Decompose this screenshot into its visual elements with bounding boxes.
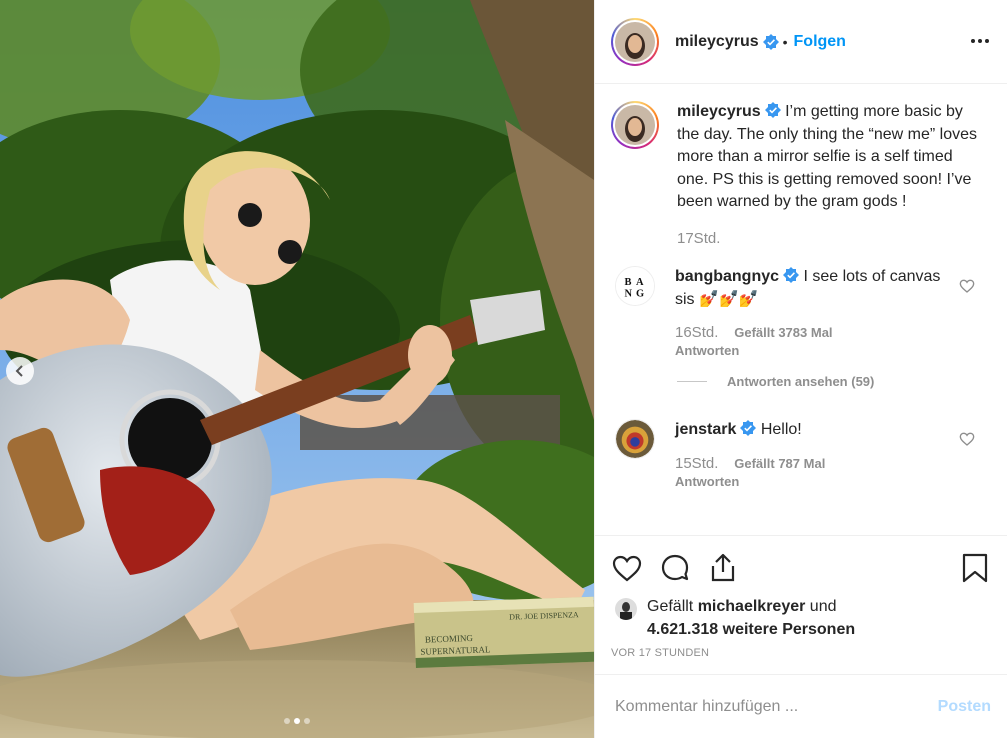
photo-illustration: BECOMING SUPERNATURAL DR. JOE DISPENZA [0,0,594,738]
share-icon[interactable] [707,552,739,584]
liker-avatar[interactable] [615,598,637,620]
post-header: mileycyrus • Folgen [595,0,1007,84]
liked-by-others[interactable]: 4.621.318 weitere Personen [647,621,855,638]
comment-emoji: 💅💅💅 [699,290,759,308]
more-options-icon[interactable] [969,30,991,52]
book-title-1: BECOMING [425,633,474,645]
comment-avatar[interactable] [615,419,655,459]
verified-badge-icon [762,33,779,50]
post-actions: Gefällt michaelkreyer und 4.621.318 weit… [595,535,1007,659]
replies-divider [677,381,707,382]
comment-likes[interactable]: Gefällt 787 Mal [734,456,825,471]
comment-likes[interactable]: Gefällt 3783 Mal [734,325,832,340]
svg-text:G: G [636,288,644,299]
avatar [615,21,655,62]
comment-icon[interactable] [659,552,691,584]
action-bar [611,550,991,586]
follow-button[interactable]: Folgen [794,33,846,51]
carousel-prev-button[interactable] [6,357,34,385]
bookmark-icon[interactable] [959,552,991,584]
comment-composer: Posten [595,674,1007,738]
comment-body: bangbangnyc I see lots of canvas sis 💅💅💅… [675,266,955,360]
comment-reply-button[interactable]: Antworten [675,473,955,491]
post-side-panel: mileycyrus • Folgen mileycyrus I’m getti… [594,0,1007,738]
comment-avatar[interactable]: B A N G [615,266,655,306]
comment-username[interactable]: jenstark [675,421,736,438]
carousel-indicator [0,718,594,724]
heart-icon[interactable] [959,278,975,294]
comment-time: 16Std. [675,324,719,341]
comment-item: B A N G bangbangnyc I see lots of canvas… [611,266,989,360]
svg-text:N: N [625,288,633,299]
likes-text: Gefällt michaelkreyer und 4.621.318 weit… [647,596,855,641]
follow-separator: • [782,33,788,50]
verified-badge-icon [783,267,800,283]
likes-summary: Gefällt michaelkreyer und 4.621.318 weit… [611,596,991,641]
verified-badge-icon [764,102,781,118]
carousel-dot [304,718,310,724]
comment-username[interactable]: bangbangnyc [675,268,779,285]
comment-time: 15Std. [675,454,719,472]
chevron-left-icon [15,365,23,377]
view-replies-button[interactable]: Antworten ansehen (59) [677,374,989,389]
caption-body: mileycyrus I’m getting more basic by the… [677,101,977,250]
likes-conj: und [809,598,837,615]
svg-text:B: B [625,277,632,288]
comment-input[interactable] [615,697,938,716]
comment-meta: 16Std. Gefällt 3783 Mal Antworten [675,323,955,360]
comment-meta: 15Std. Gefällt 787 Mal Antworten [675,454,955,491]
caption-avatar[interactable] [611,101,659,149]
avatar [615,105,655,145]
comment-item: jenstark Hello! 15Std. Gefällt 787 Mal A… [611,419,989,491]
svg-text:A: A [636,277,644,288]
carousel-dot-active [294,718,300,724]
comment-reply-button[interactable]: Antworten [675,342,955,360]
post-comment-button[interactable]: Posten [938,698,991,716]
post-caption: mileycyrus I’m getting more basic by the… [611,101,989,250]
verified-badge-icon [740,420,757,436]
caption-username[interactable]: mileycyrus [677,103,761,120]
comment-text: Hello! [760,421,802,438]
post-photo[interactable]: BECOMING SUPERNATURAL DR. JOE DISPENZA [0,0,594,738]
caption-time: 17Std. [677,229,721,247]
comments-scroll-area[interactable]: mileycyrus I’m getting more basic by the… [595,85,1007,535]
liked-by-user[interactable]: michaelkreyer [698,598,806,615]
likes-prefix: Gefällt [647,598,694,615]
comment-body: jenstark Hello! 15Std. Gefällt 787 Mal A… [675,419,955,491]
heart-icon[interactable] [611,552,643,584]
avatar-story-ring[interactable] [611,17,659,66]
view-replies-label: Antworten ansehen (59) [727,374,875,389]
heart-icon[interactable] [959,431,975,447]
carousel-dot [284,718,290,724]
post-timestamp[interactable]: VOR 17 STUNDEN [611,647,991,659]
header-username[interactable]: mileycyrus [675,33,759,51]
